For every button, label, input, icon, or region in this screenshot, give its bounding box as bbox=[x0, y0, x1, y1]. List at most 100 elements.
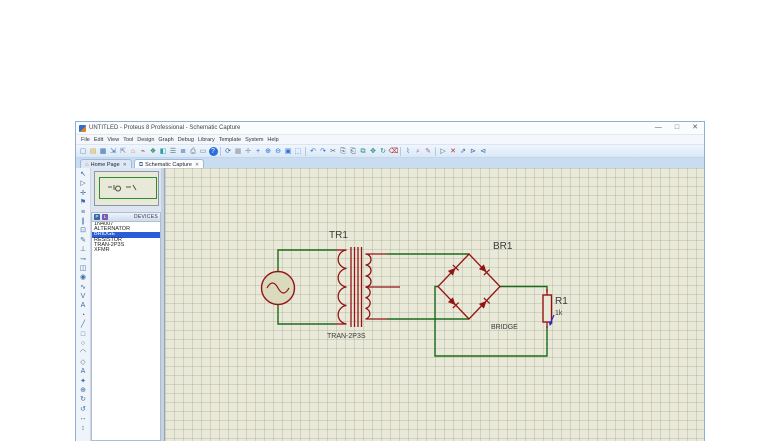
import-project-button[interactable]: ⇲ bbox=[109, 147, 118, 156]
virtual-instruments-mode-icon[interactable]: ◔ bbox=[78, 311, 89, 320]
center-at-cursor-button[interactable]: + bbox=[254, 147, 263, 156]
y-mirror-icon[interactable]: ↕ bbox=[78, 424, 89, 433]
graph-mode-icon[interactable]: ◫ bbox=[78, 264, 89, 273]
paste-button[interactable]: ⎗ bbox=[349, 147, 358, 156]
library-manager-button[interactable]: L bbox=[102, 214, 108, 220]
overview-pane[interactable] bbox=[94, 171, 159, 206]
minimize-button[interactable]: — bbox=[655, 122, 662, 134]
voltage-probe-mode-icon[interactable]: V bbox=[78, 292, 89, 301]
menu-design[interactable]: Design bbox=[135, 137, 156, 143]
home-page-button[interactable]: ⌂ bbox=[129, 147, 138, 156]
mark-output-area-button[interactable]: ▭ bbox=[199, 147, 208, 156]
help-button[interactable]: ? bbox=[208, 146, 218, 156]
generator-mode-icon[interactable]: ∿ bbox=[78, 283, 89, 292]
3d-visualizer-button[interactable]: ◧ bbox=[159, 147, 168, 156]
2d-marker-mode-icon[interactable]: ⊕ bbox=[78, 386, 89, 395]
close-button[interactable]: ✕ bbox=[692, 122, 698, 134]
tape-recorder-mode-icon[interactable]: ◉ bbox=[78, 273, 89, 282]
wire-label-mode-icon[interactable]: ⚑ bbox=[78, 198, 89, 207]
title-bar[interactable]: UNTITLED - Proteus 8 Professional - Sche… bbox=[76, 122, 704, 135]
bridge-br1[interactable] bbox=[437, 253, 501, 320]
block-move-button[interactable]: ✥ bbox=[369, 147, 378, 156]
wire-autorouter-button[interactable]: ⌇ bbox=[404, 147, 413, 156]
menu-edit[interactable]: Edit bbox=[92, 137, 105, 143]
device-list-item[interactable]: XFMR bbox=[92, 247, 160, 253]
menu-tool[interactable]: Tool bbox=[121, 137, 135, 143]
2d-line-mode-icon[interactable]: ╱ bbox=[78, 320, 89, 329]
schematic-canvas[interactable]: TR1 TRAN-2P3S BR1 BRIDGE R1 1k bbox=[164, 168, 704, 441]
wires[interactable] bbox=[277, 249, 548, 357]
zoom-all-button[interactable]: ▣ bbox=[284, 147, 293, 156]
2d-symbol-mode-icon[interactable]: ✦ bbox=[78, 377, 89, 386]
wire[interactable] bbox=[277, 304, 335, 325]
text-script-mode-icon[interactable]: ≡ bbox=[78, 208, 89, 217]
wire[interactable] bbox=[277, 249, 335, 272]
wire[interactable] bbox=[500, 285, 548, 293]
selection-mode-icon[interactable]: ↖ bbox=[78, 170, 89, 179]
component-mode-icon[interactable]: ▷ bbox=[78, 179, 89, 188]
design-explorer-button[interactable]: ☰ bbox=[169, 147, 178, 156]
save-project-button[interactable]: ▦ bbox=[99, 147, 108, 156]
new-project-button[interactable]: ▢ bbox=[79, 147, 88, 156]
2d-text-mode-icon[interactable]: A bbox=[78, 367, 89, 376]
zoom-out-button[interactable]: ⊖ bbox=[274, 147, 283, 156]
false-origin-button[interactable]: ✛ bbox=[244, 147, 253, 156]
menu-graph[interactable]: Graph bbox=[156, 137, 175, 143]
print-design-button[interactable]: ⎙ bbox=[189, 147, 198, 156]
bridge-value-label[interactable]: BRIDGE bbox=[491, 324, 518, 331]
menu-debug[interactable]: Debug bbox=[176, 137, 196, 143]
zoom-area-button[interactable]: ⬚ bbox=[294, 147, 303, 156]
menu-file[interactable]: File bbox=[79, 137, 92, 143]
2d-arc-mode-icon[interactable]: ◠ bbox=[78, 348, 89, 357]
goto-sheet-button[interactable]: ⇗ bbox=[459, 147, 468, 156]
current-probe-mode-icon[interactable]: A bbox=[78, 301, 89, 310]
redraw-display-button[interactable]: ⟳ bbox=[224, 147, 233, 156]
block-rotate-button[interactable]: ↻ bbox=[379, 147, 388, 156]
block-copy-button[interactable]: ⧉ bbox=[359, 147, 368, 156]
x-mirror-icon[interactable]: ↔ bbox=[78, 414, 89, 423]
resistor-ref-label[interactable]: R1 bbox=[555, 296, 568, 307]
return-to-parent-button[interactable]: ⊲ bbox=[479, 147, 488, 156]
pcb-layout-button[interactable]: ❖ bbox=[149, 147, 158, 156]
menu-help[interactable]: Help bbox=[265, 137, 280, 143]
2d-circle-mode-icon[interactable]: ○ bbox=[78, 339, 89, 348]
toggle-grid-button[interactable]: ▦ bbox=[234, 147, 243, 156]
remove-sheet-button[interactable]: ✕ bbox=[449, 147, 458, 156]
menu-library[interactable]: Library bbox=[196, 137, 217, 143]
subcircuit-mode-icon[interactable]: ⊡ bbox=[78, 226, 89, 235]
bill-of-materials-button[interactable]: ≣ bbox=[179, 147, 188, 156]
close-project-button[interactable]: ⇱ bbox=[119, 147, 128, 156]
resistor-value-label[interactable]: 1k bbox=[555, 310, 563, 317]
buses-mode-icon[interactable]: ∥ bbox=[78, 217, 89, 226]
zoom-to-child-button[interactable]: ⊳ bbox=[469, 147, 478, 156]
junction-dot-mode-icon[interactable]: ✛ bbox=[78, 189, 89, 198]
redo-button[interactable]: ↷ bbox=[319, 147, 328, 156]
block-delete-button[interactable]: ⌫ bbox=[389, 147, 399, 156]
transformer-tr1[interactable] bbox=[335, 247, 400, 327]
ac-source[interactable] bbox=[260, 270, 296, 306]
device-pins-mode-icon[interactable]: ⊸ bbox=[78, 255, 89, 264]
transformer-value-label[interactable]: TRAN-2P3S bbox=[327, 333, 366, 340]
menu-system[interactable]: System bbox=[243, 137, 265, 143]
instant-edit-mode-icon[interactable]: ✎ bbox=[78, 236, 89, 245]
2d-path-mode-icon[interactable]: ◇ bbox=[78, 358, 89, 367]
terminals-mode-icon[interactable]: ⊥ bbox=[78, 245, 89, 254]
rotate-anticlockwise-icon[interactable]: ↺ bbox=[78, 405, 89, 414]
copy-button[interactable]: ⎘ bbox=[339, 147, 348, 156]
menu-view[interactable]: View bbox=[105, 137, 121, 143]
wire[interactable] bbox=[434, 285, 548, 357]
rotate-clockwise-icon[interactable]: ↻ bbox=[78, 395, 89, 404]
bridge-ref-label[interactable]: BR1 bbox=[493, 241, 513, 252]
pick-devices-button[interactable]: P bbox=[94, 214, 100, 220]
cut-button[interactable]: ✂ bbox=[329, 147, 338, 156]
transformer-ref-label[interactable]: TR1 bbox=[329, 230, 348, 241]
property-assignment-button[interactable]: ✎ bbox=[424, 147, 433, 156]
open-project-button[interactable]: ▤ bbox=[89, 147, 98, 156]
2d-box-mode-icon[interactable]: □ bbox=[78, 330, 89, 339]
new-sheet-button[interactable]: ▷ bbox=[439, 147, 448, 156]
undo-button[interactable]: ↶ bbox=[309, 147, 318, 156]
menu-template[interactable]: Template bbox=[217, 137, 243, 143]
schematic-capture-button[interactable]: ⌁ bbox=[139, 147, 148, 156]
search-and-tag-button[interactable]: ⌕ bbox=[414, 147, 423, 156]
zoom-in-button[interactable]: ⊕ bbox=[264, 147, 273, 156]
